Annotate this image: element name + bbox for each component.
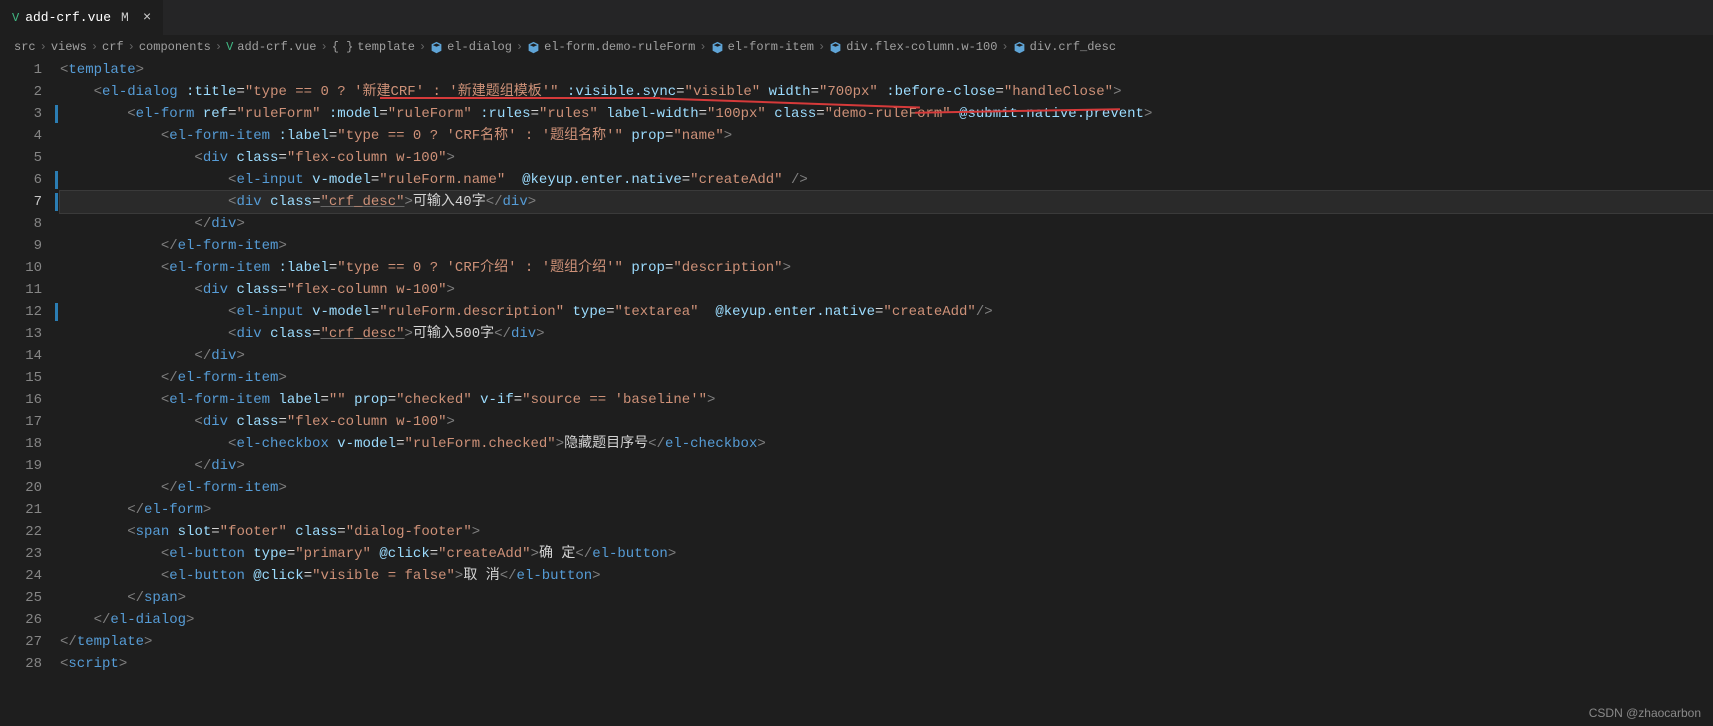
- breadcrumb-item[interactable]: el-form-item: [728, 40, 814, 54]
- code-editor[interactable]: 1 2 3 4 5 6 7 8 9 10 11 12 13 14 15 16 1…: [0, 59, 1713, 675]
- chevron-right-icon: ›: [320, 40, 327, 54]
- tab-modified-indicator: M: [121, 10, 129, 25]
- close-icon[interactable]: ×: [143, 10, 151, 26]
- breadcrumb-item[interactable]: el-form.demo-ruleForm: [544, 40, 695, 54]
- code-line[interactable]: <div class="flex-column w-100">: [60, 147, 1713, 169]
- watermark: CSDN @zhaocarbon: [1589, 706, 1701, 720]
- code-line[interactable]: <el-dialog :title="type == 0 ? '新建CRF' :…: [60, 81, 1713, 103]
- code-line[interactable]: <div class="crf_desc">可输入40字</div>: [60, 191, 1713, 213]
- cube-icon: [829, 41, 842, 54]
- code-line[interactable]: </span>: [60, 587, 1713, 609]
- code-line[interactable]: <span slot="footer" class="dialog-footer…: [60, 521, 1713, 543]
- code-line[interactable]: <template>: [60, 59, 1713, 81]
- line-number-gutter: 1 2 3 4 5 6 7 8 9 10 11 12 13 14 15 16 1…: [0, 59, 60, 675]
- code-line[interactable]: </div>: [60, 345, 1713, 367]
- cube-icon: [527, 41, 540, 54]
- code-line[interactable]: <el-checkbox v-model="ruleForm.checked">…: [60, 433, 1713, 455]
- chevron-right-icon: ›: [91, 40, 98, 54]
- breadcrumb-item[interactable]: components: [139, 40, 211, 54]
- code-line[interactable]: <el-input v-model="ruleForm.name" @keyup…: [60, 169, 1713, 191]
- code-line[interactable]: <el-button type="primary" @click="create…: [60, 543, 1713, 565]
- chevron-right-icon: ›: [128, 40, 135, 54]
- chevron-right-icon: ›: [699, 40, 706, 54]
- chevron-right-icon: ›: [1001, 40, 1008, 54]
- code-line[interactable]: </el-form>: [60, 499, 1713, 521]
- breadcrumb-item[interactable]: el-dialog: [447, 40, 512, 54]
- code-line[interactable]: </el-form-item>: [60, 477, 1713, 499]
- code-line[interactable]: <el-form-item :label="type == 0 ? 'CRF介绍…: [60, 257, 1713, 279]
- code-line[interactable]: <div class="flex-column w-100">: [60, 411, 1713, 433]
- chevron-right-icon: ›: [818, 40, 825, 54]
- editor-tab[interactable]: V add-crf.vue M ×: [0, 0, 164, 35]
- cube-icon: [1013, 41, 1026, 54]
- code-line[interactable]: <el-form-item :label="type == 0 ? 'CRF名称…: [60, 125, 1713, 147]
- code-line[interactable]: </el-form-item>: [60, 367, 1713, 389]
- chevron-right-icon: ›: [215, 40, 222, 54]
- tab-filename: add-crf.vue: [25, 10, 111, 25]
- breadcrumb-item[interactable]: template: [357, 40, 415, 54]
- code-line[interactable]: <el-input v-model="ruleForm.description"…: [60, 301, 1713, 323]
- code-line[interactable]: <el-form ref="ruleForm" :model="ruleForm…: [60, 103, 1713, 125]
- code-line[interactable]: <script>: [60, 653, 1713, 675]
- code-area[interactable]: <template> <el-dialog :title="type == 0 …: [60, 59, 1713, 675]
- code-line[interactable]: </div>: [60, 455, 1713, 477]
- breadcrumb-item[interactable]: src: [14, 40, 36, 54]
- breadcrumb: src › views › crf › components › V add-c…: [0, 35, 1713, 59]
- breadcrumb-item[interactable]: div.crf_desc: [1030, 40, 1116, 54]
- code-line[interactable]: </div>: [60, 213, 1713, 235]
- code-line[interactable]: </el-dialog>: [60, 609, 1713, 631]
- cube-icon: [711, 41, 724, 54]
- tab-bar: V add-crf.vue M ×: [0, 0, 1713, 35]
- code-line[interactable]: <div class="crf_desc">可输入500字</div>: [60, 323, 1713, 345]
- breadcrumb-item[interactable]: views: [51, 40, 87, 54]
- breadcrumb-item[interactable]: crf: [102, 40, 124, 54]
- code-line[interactable]: </el-form-item>: [60, 235, 1713, 257]
- chevron-right-icon: ›: [419, 40, 426, 54]
- code-line[interactable]: <el-form-item label="" prop="checked" v-…: [60, 389, 1713, 411]
- code-line[interactable]: </template>: [60, 631, 1713, 653]
- breadcrumb-item[interactable]: add-crf.vue: [237, 40, 316, 54]
- vue-icon: V: [12, 11, 19, 25]
- chevron-right-icon: ›: [516, 40, 523, 54]
- chevron-right-icon: ›: [40, 40, 47, 54]
- vue-icon: V: [226, 40, 233, 54]
- cube-icon: [430, 41, 443, 54]
- breadcrumb-item[interactable]: div.flex-column.w-100: [846, 40, 997, 54]
- brace-icon: { }: [332, 40, 354, 54]
- code-line[interactable]: <div class="flex-column w-100">: [60, 279, 1713, 301]
- code-line[interactable]: <el-button @click="visible = false">取 消<…: [60, 565, 1713, 587]
